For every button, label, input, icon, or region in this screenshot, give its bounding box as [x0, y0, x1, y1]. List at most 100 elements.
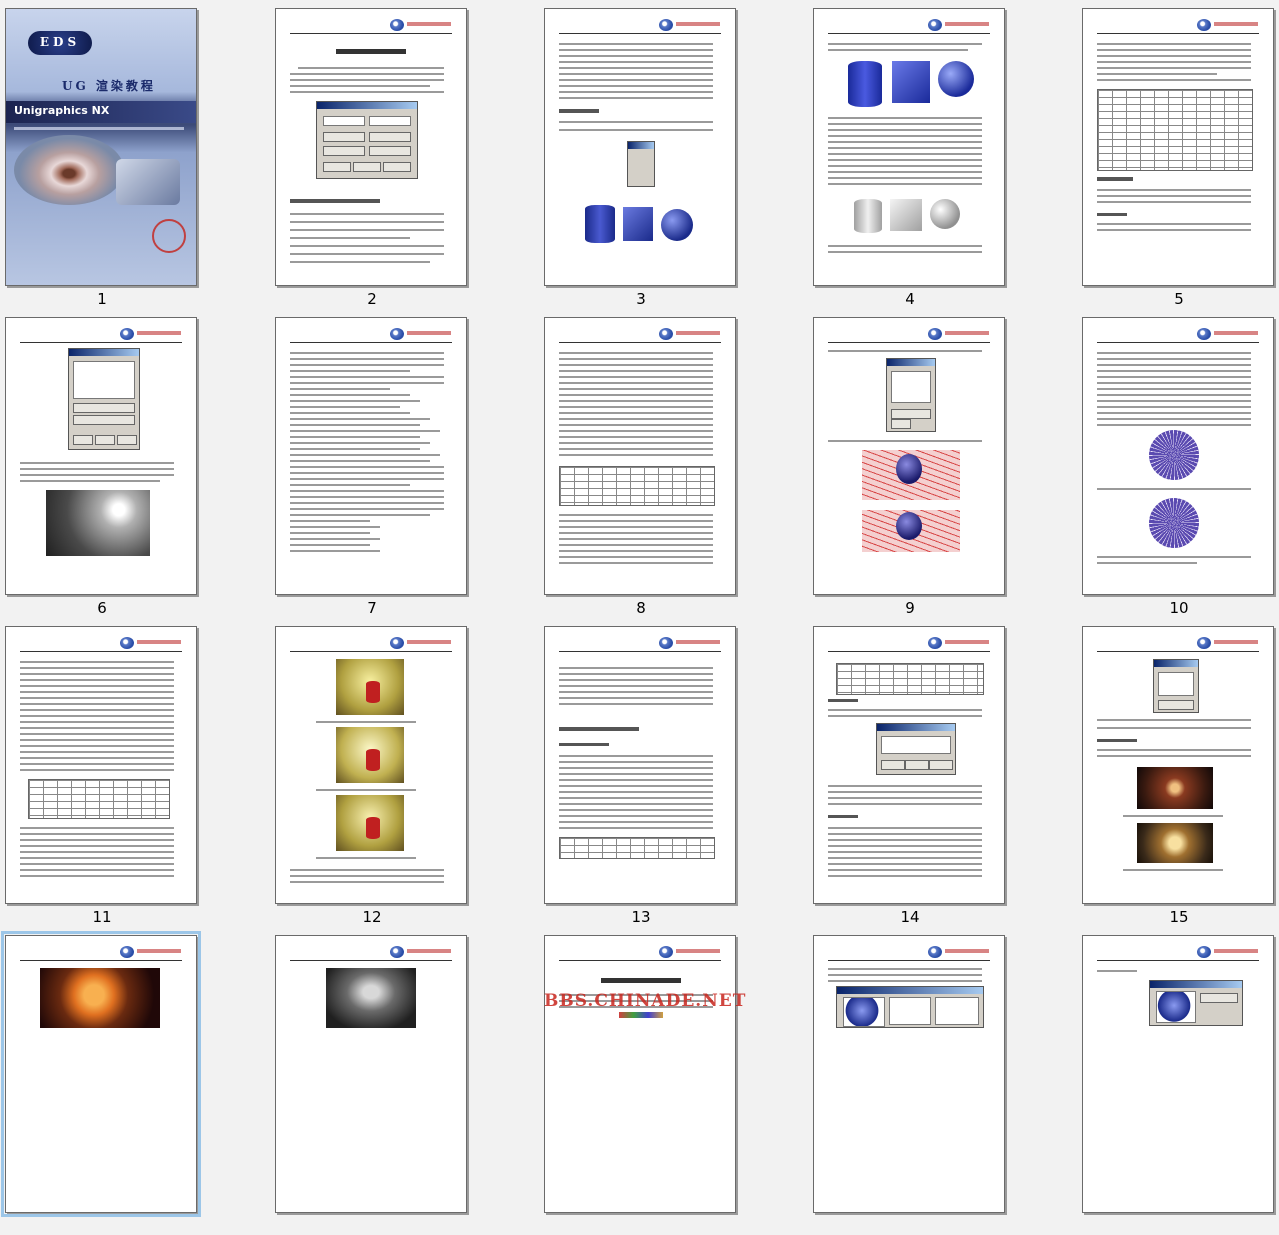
page-thumbnail-20[interactable]: [1082, 935, 1279, 1235]
page-thumbnail-11[interactable]: 11: [5, 626, 205, 926]
page-preview[interactable]: [5, 317, 197, 595]
dialog-screenshot: [836, 986, 984, 1028]
page-preview[interactable]: [813, 8, 1005, 286]
header-rule: [20, 342, 182, 343]
page-thumbnail-10[interactable]: 10: [1082, 317, 1279, 617]
page-preview[interactable]: [544, 8, 736, 286]
header-rule: [828, 342, 990, 343]
page-thumbnail-12[interactable]: 12: [275, 626, 475, 926]
page-thumbnail-3[interactable]: 3: [544, 8, 744, 308]
render-image: [326, 968, 416, 1028]
page-thumbnail-1[interactable]: EDS UG 渲染教程 Unigraphics NX 1: [5, 8, 205, 308]
page-preview[interactable]: [275, 8, 467, 286]
render-image: [1137, 767, 1213, 809]
page-preview[interactable]: [813, 317, 1005, 595]
page-preview[interactable]: [813, 935, 1005, 1213]
page-number: 7: [367, 599, 377, 617]
page-number: 1: [97, 290, 107, 308]
header-rule: [828, 960, 990, 961]
render-image: [336, 795, 404, 851]
page-number: 5: [1174, 290, 1184, 308]
page-thumbnail-8[interactable]: 8: [544, 317, 744, 617]
page-thumbnail-6[interactable]: 6: [5, 317, 205, 617]
page-number: 6: [97, 599, 107, 617]
publisher-logo: [928, 328, 990, 340]
cylinder-render: [854, 199, 882, 233]
page-number: 9: [905, 599, 915, 617]
publisher-logo: [1197, 19, 1259, 31]
page-thumbnail-16[interactable]: [1, 931, 205, 1235]
publisher-logo: [390, 328, 452, 340]
header-rule: [20, 960, 182, 961]
page-preview[interactable]: [813, 626, 1005, 904]
page-number: 8: [636, 599, 646, 617]
page-thumbnail-13[interactable]: 13: [544, 626, 744, 926]
header-rule: [290, 651, 452, 652]
eye-image: [14, 135, 124, 205]
page-preview[interactable]: [1082, 8, 1274, 286]
page-thumbnail-14[interactable]: 14: [813, 626, 1013, 926]
cube-render: [623, 207, 653, 241]
data-table: [836, 663, 984, 695]
sphere-grid-render: [1149, 430, 1199, 480]
page-preview[interactable]: [275, 935, 467, 1213]
page-thumbnail-7[interactable]: 7: [275, 317, 475, 617]
header-rule: [559, 651, 721, 652]
dialog-screenshot: [1153, 659, 1199, 713]
render-image: [46, 490, 150, 556]
data-table: [28, 779, 170, 819]
publisher-logo: [659, 637, 721, 649]
page-preview[interactable]: [275, 317, 467, 595]
publisher-logo: [1197, 946, 1259, 958]
page-thumbnail-9[interactable]: 9: [813, 317, 1013, 617]
publisher-logo: [390, 946, 452, 958]
forum-watermark: BBS.CHINADE.NET: [544, 991, 747, 1011]
page-thumbnail-15[interactable]: 15: [1082, 626, 1279, 926]
dialog-screenshot: [316, 101, 418, 179]
eds-logo: EDS: [28, 31, 92, 55]
dialog-screenshot: [68, 348, 140, 450]
page-number: 12: [362, 908, 382, 926]
page-number: 4: [905, 290, 915, 308]
dialog-screenshot: [886, 358, 936, 432]
page-thumbnail-5[interactable]: 5: [1082, 8, 1279, 308]
cube-render: [892, 61, 930, 103]
data-table: [559, 837, 715, 859]
page-preview[interactable]: [544, 626, 736, 904]
header-rule: [828, 651, 990, 652]
list-screenshot: [627, 141, 655, 187]
page-preview[interactable]: [1, 931, 201, 1217]
page-preview[interactable]: [1082, 935, 1274, 1213]
header-rule: [290, 960, 452, 961]
page-preview[interactable]: EDS UG 渲染教程 Unigraphics NX: [5, 8, 197, 286]
page-thumbnail-18[interactable]: [544, 935, 744, 1235]
page-thumbnail-4[interactable]: 4: [813, 8, 1013, 308]
seal-stamp: [152, 219, 186, 253]
page-thumbnail-17[interactable]: [275, 935, 475, 1235]
page-preview[interactable]: [544, 935, 736, 1213]
page-number: 10: [1169, 599, 1189, 617]
publisher-logo: [120, 328, 182, 340]
header-rule: [828, 33, 990, 34]
dialog-screenshot: [1149, 980, 1243, 1026]
page-thumbnail-19[interactable]: [813, 935, 1013, 1235]
page-preview[interactable]: [275, 626, 467, 904]
render-image: [1137, 823, 1213, 863]
chapter-heading: [601, 978, 681, 983]
header-rule: [1097, 342, 1259, 343]
car-image: [116, 159, 180, 205]
page-thumbnail-2[interactable]: 2: [275, 8, 475, 308]
publisher-logo: [390, 637, 452, 649]
publisher-logo: [120, 946, 182, 958]
page-number: 14: [900, 908, 920, 926]
page-preview[interactable]: [1082, 626, 1274, 904]
render-image: [336, 659, 404, 715]
header-rule: [290, 342, 452, 343]
page-preview[interactable]: [544, 317, 736, 595]
cylinder-render: [585, 205, 615, 243]
sphere-render: [661, 209, 693, 241]
dialog-screenshot: [876, 723, 956, 775]
page-preview[interactable]: [5, 626, 197, 904]
page-preview[interactable]: [1082, 317, 1274, 595]
publisher-logo: [928, 946, 990, 958]
